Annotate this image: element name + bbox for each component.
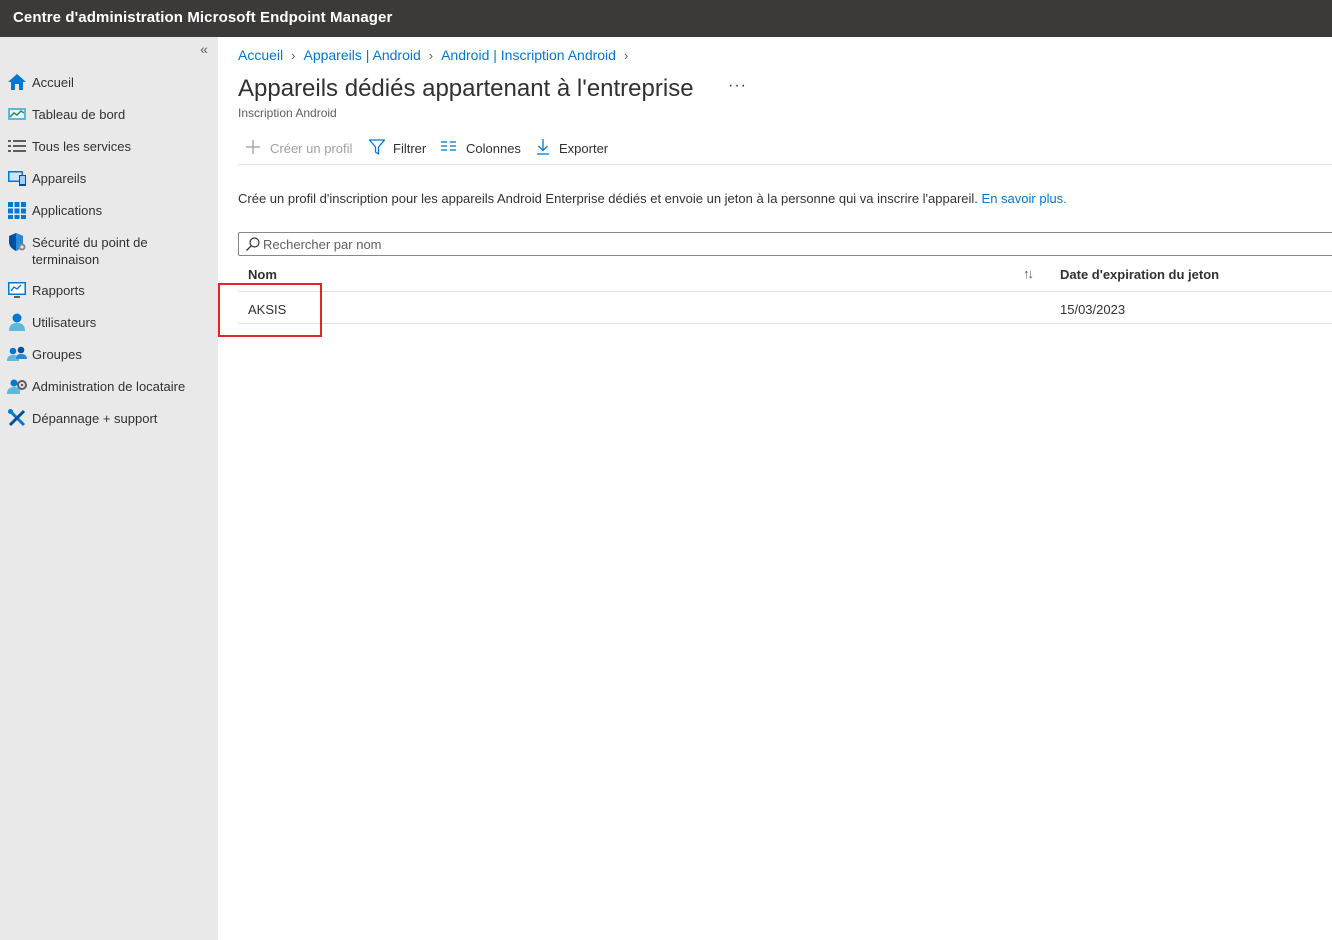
troubleshoot-icon: [7, 408, 27, 428]
sidebar-item-utilisateurs[interactable]: Utilisateurs: [0, 311, 218, 333]
breadcrumb-item-inscription-android[interactable]: Android | Inscription Android: [441, 47, 616, 63]
column-header-expiration[interactable]: Date d'expiration du jeton: [1060, 267, 1219, 282]
sort-icon[interactable]: ↑↓: [1023, 266, 1034, 281]
chevron-right-icon: ›: [291, 48, 296, 63]
shield-icon: [7, 232, 27, 252]
sidebar-item-label: Dépannage + support: [32, 411, 158, 426]
sidebar-item-label: Accueil: [32, 75, 74, 90]
create-profile-button[interactable]: Créer un profil: [244, 137, 356, 159]
search-icon: [245, 236, 261, 252]
search-input[interactable]: [263, 236, 1323, 252]
sidebar-item-tous-les-services[interactable]: Tous les services: [0, 135, 218, 157]
columns-icon: [440, 138, 458, 156]
sidebar: « Accueil Tableau de bord Tous les servi…: [0, 37, 218, 940]
header-divider: [238, 291, 1332, 292]
sidebar-item-label: Utilisateurs: [32, 315, 97, 330]
more-options-icon[interactable]: ···: [728, 77, 747, 95]
column-header-nom[interactable]: Nom: [248, 267, 277, 282]
top-bar: Centre d'administration Microsoft Endpoi…: [0, 0, 1332, 37]
main-content: Accueil › Appareils | Android › Android | In…: [218, 37, 1332, 940]
description-text: Crée un profil d'inscription pour les ap…: [238, 191, 978, 206]
tenant-admin-icon: [7, 376, 27, 396]
filter-button[interactable]: Filtrer: [368, 137, 430, 159]
home-icon: [7, 72, 27, 92]
export-button[interactable]: Exporter: [535, 137, 611, 159]
sidebar-item-label: Groupes: [32, 347, 82, 362]
reports-icon: [7, 280, 27, 300]
sidebar-item-appareils[interactable]: Appareils: [0, 167, 218, 189]
row-divider: [238, 323, 1332, 324]
sidebar-item-securite[interactable]: Sécurité du point de terminaison: [0, 231, 218, 267]
table-cell-expiry: 15/03/2023: [1060, 302, 1126, 317]
description: Crée un profil d'inscription pour les ap…: [238, 191, 1067, 206]
sidebar-item-label: Applications: [32, 203, 103, 218]
list-icon: [7, 136, 27, 156]
plus-icon: [244, 138, 262, 156]
sidebar-item-label: Sécurité du point de terminaison: [32, 235, 148, 267]
sidebar-item-accueil[interactable]: Accueil: [0, 71, 218, 93]
sidebar-item-label: Appareils: [32, 171, 87, 186]
search-box: [238, 232, 1332, 256]
chevron-right-icon: ›: [428, 48, 434, 63]
command-bar: Créer un profil Filtrer Colonnes Exporte…: [238, 137, 1332, 165]
filter-label: Filtrer: [393, 141, 427, 156]
sidebar-item-administration-locataire[interactable]: Administration de locataire: [0, 375, 218, 397]
breadcrumb: Accueil › Appareils | Android › Android | In…: [238, 47, 636, 63]
breadcrumb-item-accueil[interactable]: Accueil: [238, 47, 283, 63]
groups-icon: [7, 344, 27, 364]
learn-more-link[interactable]: En savoir plus.: [982, 191, 1067, 206]
collapse-sidebar-icon[interactable]: «: [196, 41, 212, 57]
columns-button[interactable]: Colonnes: [440, 137, 524, 159]
app-title[interactable]: Centre d'administration Microsoft Endpoi…: [13, 9, 392, 26]
page-title: Appareils dédiés appartenant à l'entrepr…: [238, 75, 694, 102]
breadcrumb-item-appareils-android[interactable]: Appareils | Android: [303, 47, 420, 63]
sidebar-item-rapports[interactable]: Rapports: [0, 279, 218, 301]
sidebar-item-label: Rapports: [32, 283, 85, 298]
sidebar-item-groupes[interactable]: Groupes: [0, 343, 218, 365]
download-icon: [535, 138, 553, 156]
user-icon: [7, 312, 27, 332]
sidebar-item-label: Administration de locataire: [32, 379, 186, 394]
sidebar-item-applications[interactable]: Applications: [0, 199, 218, 221]
dashboard-icon: [7, 104, 27, 124]
chevron-right-icon: ›: [623, 48, 629, 63]
sidebar-item-label: Tableau de bord: [32, 107, 126, 122]
columns-label: Colonnes: [466, 141, 521, 156]
sidebar-item-tableau-de-bord[interactable]: Tableau de bord: [0, 103, 218, 125]
sidebar-item-label: Tous les services: [32, 139, 131, 154]
sidebar-item-depannage-support[interactable]: Dépannage + support: [0, 407, 218, 429]
create-profile-label: Créer un profil: [270, 141, 353, 156]
page-subtitle: Inscription Android: [238, 106, 337, 120]
export-label: Exporter: [559, 141, 609, 156]
devices-icon: [7, 168, 27, 188]
apps-grid-icon: [7, 200, 27, 220]
highlight-annotation: [218, 283, 322, 337]
filter-icon: [368, 138, 386, 156]
